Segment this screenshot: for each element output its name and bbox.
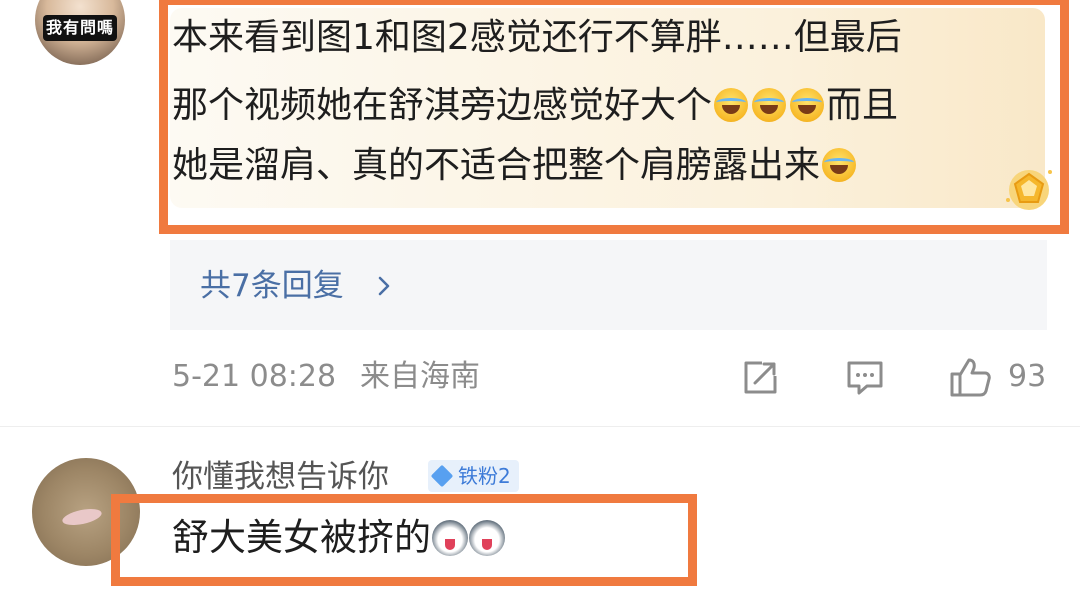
divider <box>0 426 1080 427</box>
like-count: 93 <box>1008 359 1047 394</box>
highlight-box <box>159 0 1069 234</box>
comment-location: 来自海南 <box>360 359 480 394</box>
highlight-box <box>111 494 697 586</box>
chevron-right-icon[interactable] <box>370 272 398 300</box>
comment-timestamp: 5-21 08:28 <box>172 359 337 394</box>
avatar-image <box>60 505 104 529</box>
share-icon[interactable] <box>740 358 780 398</box>
avatar-badge-text: 我有問嗎 <box>43 15 117 41</box>
username[interactable]: 你懂我想告诉你 <box>172 455 389 499</box>
comment-icon[interactable] <box>845 358 885 398</box>
diamond-icon <box>430 464 454 488</box>
view-replies-link[interactable]: 共7条回复 <box>200 265 344 307</box>
fan-badge: 铁粉2 <box>428 460 519 492</box>
thumbs-up-icon[interactable] <box>948 356 992 398</box>
fan-badge-label: 铁粉2 <box>458 464 511 488</box>
avatar[interactable]: 我有問嗎 <box>35 0 125 65</box>
